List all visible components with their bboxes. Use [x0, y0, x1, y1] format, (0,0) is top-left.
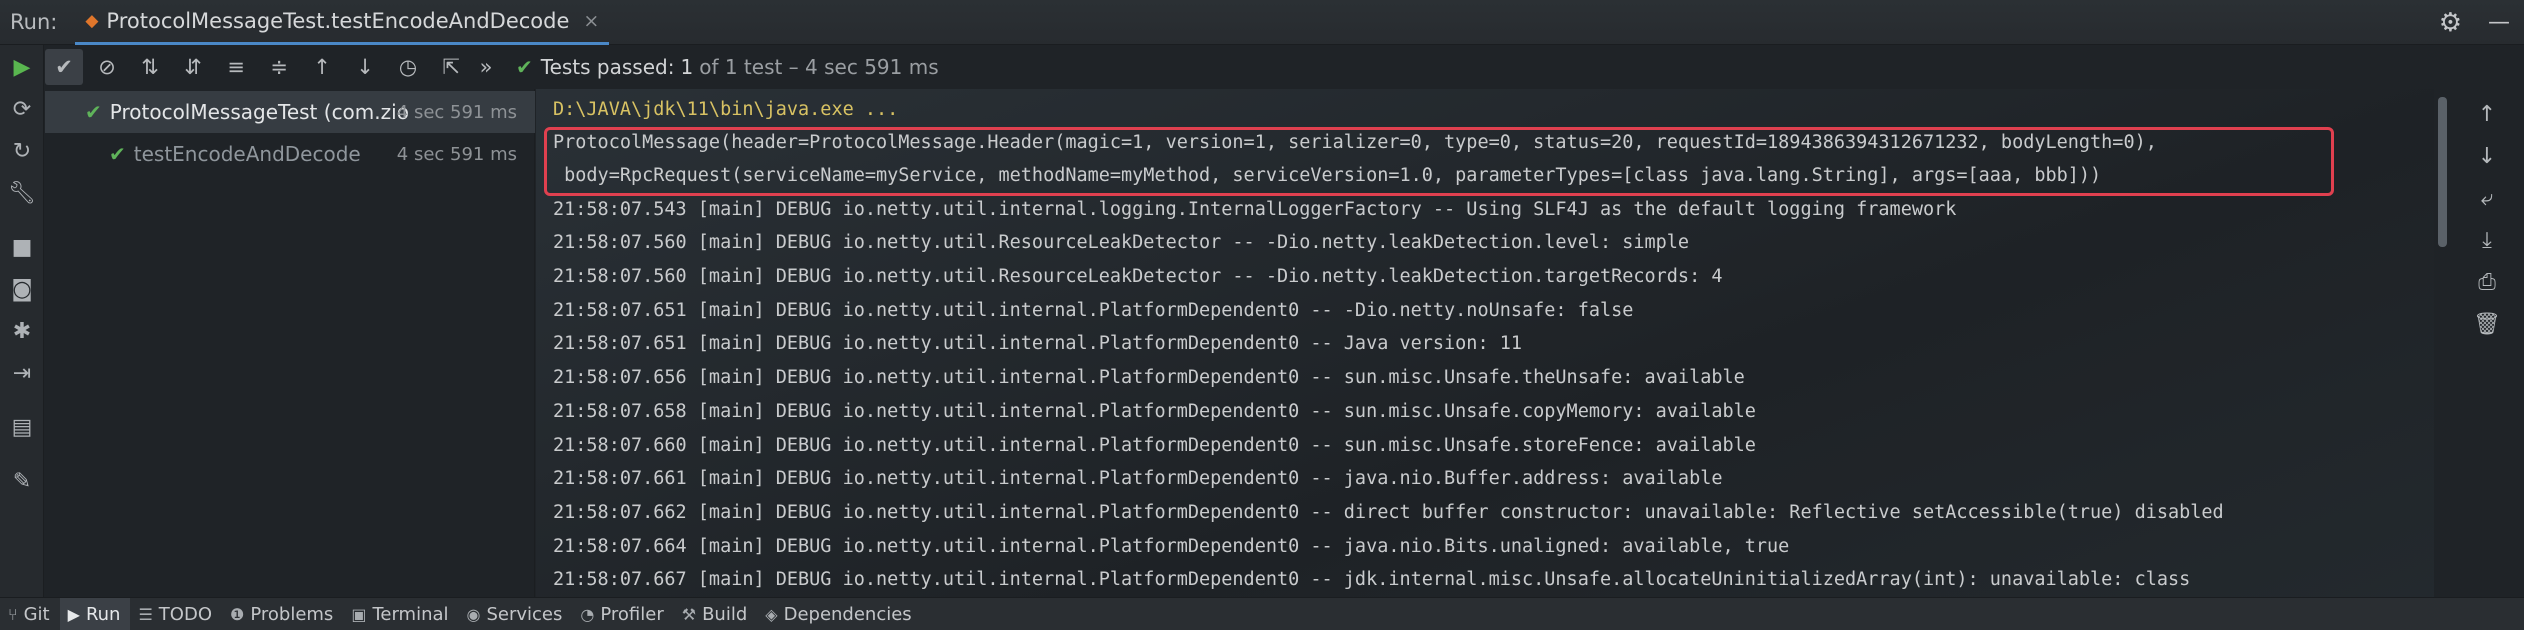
tree-item-test-class[interactable]: ✔ ProtocolMessageTest (com.zio.z 4 sec 5…	[45, 91, 535, 133]
tool-tab-label: Services	[486, 603, 563, 625]
tests-passed-label: Tests passed:	[540, 55, 675, 79]
soft-wrap-icon[interactable]: ⤶	[2470, 183, 2504, 213]
console-line: 21:58:07.661 [main] DEBUG io.netty.util.…	[553, 468, 1723, 489]
tool-tab-label: Dependencies	[783, 603, 912, 625]
console-line: 21:58:07.651 [main] DEBUG io.netty.util.…	[553, 333, 1523, 354]
history-icon[interactable]: ◷	[389, 49, 427, 85]
console-line: ProtocolMessage(header=ProtocolMessage.H…	[553, 132, 2157, 153]
camera-icon[interactable]: ◙	[6, 273, 38, 305]
wrench-icon[interactable]: 🔧︎	[6, 177, 38, 209]
tool-tab-git[interactable]: ⑂ Git	[0, 598, 60, 630]
tool-tab-build[interactable]: ⚒ Build	[674, 598, 758, 630]
console-scrollbar[interactable]	[2436, 89, 2450, 597]
console-line: 21:58:07.658 [main] DEBUG io.netty.util.…	[553, 401, 1756, 422]
tool-tab-label: Build	[702, 603, 748, 625]
console-line: 21:58:07.660 [main] DEBUG io.netty.util.…	[553, 435, 1756, 456]
tool-tab-services[interactable]: ◉ Services	[459, 598, 573, 630]
tool-window-bar: ⑂ Git ▶ Run ☰ TODO ❶ Problems ▣ Terminal…	[0, 597, 2524, 630]
restore-icon[interactable]: ↻	[6, 135, 38, 167]
run-icon[interactable]: ▶	[6, 51, 38, 83]
layout-icon[interactable]: ▤	[6, 411, 38, 443]
scroll-to-end-icon[interactable]: ⤓	[2470, 225, 2504, 255]
console-line: 21:58:07.560 [main] DEBUG io.netty.util.…	[553, 266, 1723, 287]
more-actions-icon[interactable]: »	[475, 49, 497, 85]
tool-tab-label: Run	[85, 603, 121, 625]
dependencies-icon: ◈	[765, 604, 778, 624]
tests-status: ✔ Tests passed: 1 of 1 test – 4 sec 591 …	[516, 55, 939, 79]
test-results-tree: ✔ ProtocolMessageTest (com.zio.z 4 sec 5…	[45, 89, 535, 597]
tree-item-duration: 4 sec 591 ms	[396, 143, 517, 165]
expand-all-icon[interactable]: ≡	[217, 49, 255, 85]
previous-test-icon[interactable]: ↑	[303, 49, 341, 85]
tool-tab-label: TODO	[158, 603, 212, 625]
tool-tab-label: Terminal	[372, 603, 449, 625]
passed-check-icon: ✔	[109, 142, 126, 166]
print-icon[interactable]: ⎙	[2470, 267, 2504, 297]
close-icon[interactable]: ×	[583, 10, 599, 32]
build-hammer-icon: ⚒	[681, 604, 697, 624]
services-icon: ◉	[466, 604, 481, 624]
export-icon[interactable]: ⇱	[432, 49, 470, 85]
check-icon: ✔	[516, 55, 533, 79]
run-config-tab[interactable]: ◆ ProtocolMessageTest.testEncodeAndDecod…	[75, 0, 610, 45]
console-line: 21:58:07.651 [main] DEBUG io.netty.util.…	[553, 300, 1634, 321]
problems-info-icon: ❶	[230, 604, 245, 624]
terminal-icon: ▣	[351, 604, 367, 624]
tool-tab-label: Profiler	[600, 603, 664, 625]
sort-by-duration-icon[interactable]: ⇵	[174, 49, 212, 85]
console-line: 21:58:07.656 [main] DEBUG io.netty.util.…	[553, 367, 1745, 388]
console-line: 21:58:07.543 [main] DEBUG io.netty.util.…	[553, 199, 1957, 220]
scroll-up-icon[interactable]: ↑	[2470, 99, 2504, 129]
tests-passed-count: 1	[680, 55, 694, 79]
test-runner-toolbar: ✔ ⊘ ⇅ ⇵ ≡ ≑ ↑ ↓ ◷ ⇱ » ✔ Tests passed: 1 …	[45, 45, 2524, 89]
run-config-tab-label: ProtocolMessageTest.testEncodeAndDecode	[106, 8, 570, 33]
tree-item-duration: 4 sec 591 ms	[396, 101, 517, 123]
tree-item-label: testEncodeAndDecode	[133, 142, 361, 166]
tree-item-test-method[interactable]: ✔ testEncodeAndDecode 4 sec 591 ms	[45, 133, 535, 175]
bug-icon[interactable]: ✱	[6, 315, 38, 347]
console-line: 21:58:07.667 [main] DEBUG io.netty.util.…	[553, 569, 2191, 590]
settings-gear-icon[interactable]: ⚙	[2439, 8, 2462, 38]
stop-icon[interactable]: ■	[6, 231, 38, 263]
rerun-failed-icon[interactable]: ⟳	[6, 93, 38, 125]
run-config-icon: ◆	[85, 10, 99, 31]
console-output[interactable]: D:\JAVA\jdk\11\bin\java.exe ... Protocol…	[536, 89, 2434, 597]
tests-total-detail: of 1 test – 4 sec 591 ms	[699, 55, 939, 79]
console-line: body=RpcRequest(serviceName=myService, m…	[553, 165, 2102, 186]
show-passed-icon[interactable]: ✔	[45, 49, 83, 85]
console-command-line: D:\JAVA\jdk\11\bin\java.exe ...	[553, 99, 899, 120]
tool-tab-run[interactable]: ▶ Run	[59, 597, 131, 630]
run-label: Run:	[10, 10, 58, 34]
run-toolwindow-header: Run: ◆ ProtocolMessageTest.testEncodeAnd…	[0, 0, 2524, 45]
console-line: 21:58:07.664 [main] DEBUG io.netty.util.…	[553, 536, 1790, 557]
console-line: 21:58:07.560 [main] DEBUG io.netty.util.…	[553, 232, 1690, 253]
tool-tab-terminal[interactable]: ▣ Terminal	[343, 598, 458, 630]
console-side-toolbar: ↑ ↓ ⤶ ⤓ ⎙ 🗑︎	[2450, 89, 2524, 597]
minimize-icon[interactable]: —	[2488, 10, 2510, 35]
trash-icon[interactable]: 🗑︎	[2470, 309, 2504, 339]
run-side-toolbar: ▶ ⟳ ↻ 🔧︎ ■ ◙ ✱ ⇥ ▤ ✎	[0, 45, 44, 597]
scrollbar-thumb[interactable]	[2438, 97, 2447, 247]
tool-tab-dependencies[interactable]: ◈ Dependencies	[757, 598, 921, 630]
pin-icon[interactable]: ✎	[6, 465, 38, 497]
next-test-icon[interactable]: ↓	[346, 49, 384, 85]
sort-alphabetically-icon[interactable]: ⇅	[131, 49, 169, 85]
passed-check-icon: ✔	[85, 100, 102, 124]
scroll-down-icon[interactable]: ↓	[2470, 141, 2504, 171]
console-line: 21:58:07.662 [main] DEBUG io.netty.util.…	[553, 502, 2224, 523]
profiler-icon: ◔	[580, 604, 595, 624]
show-ignored-icon[interactable]: ⊘	[88, 49, 126, 85]
todo-list-icon: ☰	[138, 604, 153, 624]
run-triangle-icon: ▶	[67, 604, 80, 624]
tool-tab-profiler[interactable]: ◔ Profiler	[572, 598, 673, 630]
exit-icon[interactable]: ⇥	[6, 357, 38, 389]
tool-tab-label: Git	[23, 603, 50, 625]
tree-item-label: ProtocolMessageTest (com.zio.z	[109, 100, 410, 124]
collapse-all-icon[interactable]: ≑	[260, 49, 298, 85]
tool-tab-problems[interactable]: ❶ Problems	[222, 598, 343, 630]
tool-tab-label: Problems	[250, 603, 334, 625]
git-branch-icon: ⑂	[8, 604, 18, 624]
tool-tab-todo[interactable]: ☰ TODO	[130, 598, 222, 630]
